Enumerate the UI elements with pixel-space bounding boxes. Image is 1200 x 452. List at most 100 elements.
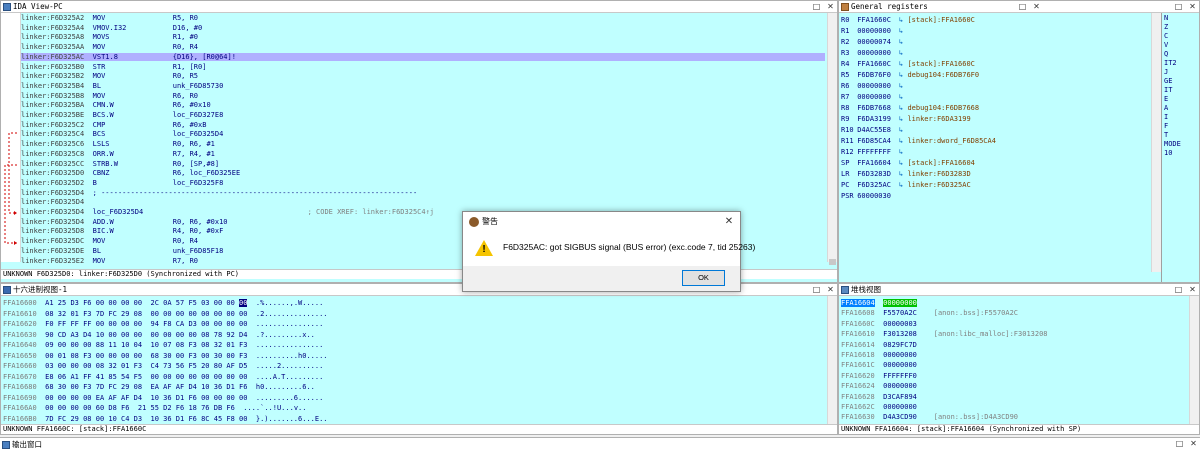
register-row[interactable]: R1 00000000 ↳ xyxy=(841,26,907,37)
register-row[interactable]: R4 FFA1660C ↳ [stack]:FFA1660C xyxy=(841,59,975,70)
stack-value[interactable]: F5570A2C xyxy=(883,309,917,317)
stack-value[interactable]: 00000000 xyxy=(883,361,917,369)
hex-row[interactable]: FFA16620 F0 FF FF FF 00 00 00 00 94 F8 C… xyxy=(3,319,323,330)
hex-row[interactable]: FFA16610 08 32 01 F3 7D FC 29 08 00 00 0… xyxy=(3,309,328,320)
register-jump-icon[interactable]: ↳ xyxy=(899,38,907,46)
stack-row[interactable]: FFA16614 0829FC7D xyxy=(839,340,1187,350)
close-icon[interactable]: ✕ xyxy=(1188,284,1197,295)
hex-bytes[interactable]: 68 30 00 F3 7D FC 29 08 EA AF AF D4 10 3… xyxy=(45,383,247,391)
hex-row[interactable]: FFA166A0 00 00 00 00 60 D8 F6 21 55 D2 F… xyxy=(3,403,306,414)
close-icon[interactable]: ✕ xyxy=(826,284,835,295)
register-jump-icon[interactable]: ↳ xyxy=(899,49,907,57)
restore-icon[interactable]: □ xyxy=(1018,1,1027,12)
disasm-line[interactable]: linker:F6D325D2 B loc_F6D325F8 xyxy=(21,179,825,187)
register-value[interactable]: FFA16604 xyxy=(853,158,899,169)
hex-bytes[interactable]: F0 FF FF FF 00 00 00 00 94 F8 CA D3 00 0… xyxy=(45,320,247,328)
disasm-line[interactable]: linker:F6D325AA MOV R0, R4 xyxy=(21,43,825,51)
register-value[interactable]: F6DB76F0 xyxy=(853,70,899,81)
ida-vscroll[interactable] xyxy=(827,13,837,265)
register-row[interactable]: R5 F6DB76F0 ↳ debug104:F6DB76F0 xyxy=(841,70,979,81)
register-jump-icon[interactable]: ↳ xyxy=(899,126,907,134)
register-row[interactable]: PSR 60000030 xyxy=(841,191,899,202)
disasm-line[interactable]: linker:F6D325C4 BCS loc_F6D325D4 xyxy=(21,130,825,138)
register-value[interactable]: FFA1660C xyxy=(853,59,899,70)
disasm-line[interactable]: linker:F6D325D0 CBNZ R6, loc_F6D325EE xyxy=(21,169,825,177)
register-value[interactable]: F6D325AC xyxy=(853,180,899,191)
hex-row[interactable]: FFA16690 00 00 00 00 EA AF AF D4 10 36 D… xyxy=(3,393,323,404)
disasm-line[interactable]: linker:F6D325CC STRB.W R0, [SP,#8] xyxy=(21,160,825,168)
register-jump-icon[interactable]: ↳ xyxy=(899,148,907,156)
register-row[interactable]: LR F6D3283D ↳ linker:F6D3283D xyxy=(841,169,971,180)
disasm-line[interactable]: linker:F6D325D4 ; ----------------------… xyxy=(21,189,825,197)
hex-vscroll[interactable] xyxy=(827,296,837,424)
register-row[interactable]: R12 FFFFFFFF ↳ xyxy=(841,147,907,158)
register-value[interactable]: 00000074 xyxy=(853,37,899,48)
register-value[interactable]: D4AC55E8 xyxy=(853,125,899,136)
hex-bytes[interactable]: A1 25 D3 F6 00 00 00 00 2C 0A 57 F5 03 0… xyxy=(45,299,248,307)
hex-bytes[interactable]: E8 06 A1 FF 41 85 54 F5 00 00 00 00 00 0… xyxy=(45,373,247,381)
restore-icon[interactable]: □ xyxy=(1174,1,1183,12)
hex-row[interactable]: FFA16650 00 01 08 F3 00 00 00 00 68 30 0… xyxy=(3,351,328,362)
stack-row[interactable]: FFA16620 FFFFFFF0 xyxy=(839,371,1187,381)
disasm-line[interactable]: linker:F6D325B4 BL unk_F6D85730 xyxy=(21,82,825,90)
hex-row[interactable]: FFA16670 E8 06 A1 FF 41 85 54 F5 00 00 0… xyxy=(3,372,323,383)
hex-row[interactable]: FFA16630 90 CD A3 D4 10 00 00 00 00 00 0… xyxy=(3,330,315,341)
hex-row[interactable]: FFA16640 09 00 00 00 88 11 10 04 10 07 0… xyxy=(3,340,323,351)
warning-dialog[interactable]: 警告 ✕ ! F6D325AC: got SIGBUS signal (BUS … xyxy=(462,211,755,292)
stack-view-pane[interactable]: 堆栈视图 □ ✕ FFA16604 00000000 FFA16608 F5570… xyxy=(838,283,1200,435)
stack-row[interactable]: FFA16610 F3013208 [anon:libc_malloc]:F30… xyxy=(839,329,1187,339)
disasm-line[interactable]: linker:F6D325A8 MOVS R1, #0 xyxy=(21,33,825,41)
register-value[interactable]: 00000000 xyxy=(853,81,899,92)
stack-row[interactable]: FFA16604 00000000 xyxy=(839,298,1187,308)
disasm-line[interactable]: linker:F6D325A2 MOV R5, R0 xyxy=(21,14,825,22)
hex-row[interactable]: FFA16660 03 00 00 00 08 32 01 F3 C4 73 5… xyxy=(3,361,323,372)
close-icon[interactable]: ✕ xyxy=(1032,1,1041,12)
register-jump-icon[interactable]: ↳ xyxy=(899,93,907,101)
stack-row[interactable]: FFA1660C 00000003 xyxy=(839,319,1187,329)
stack-value[interactable]: FFFFFFF0 xyxy=(883,372,917,380)
disasm-line[interactable]: linker:F6D325C6 LSLS R0, R6, #1 xyxy=(21,140,825,148)
close-icon[interactable]: ✕ xyxy=(826,1,835,12)
register-row[interactable]: R9 F6DA3199 ↳ linker:F6DA3199 xyxy=(841,114,971,125)
register-row[interactable]: R11 F6D85CA4 ↳ linker:dword_F6D85CA4 xyxy=(841,136,996,147)
restore-icon[interactable]: □ xyxy=(812,1,821,12)
dialog-titlebar[interactable]: 警告 ✕ xyxy=(463,212,740,232)
disasm-line[interactable]: linker:F6D325BE BCS.W loc_F6D327E8 xyxy=(21,111,825,119)
stack-row[interactable]: FFA16630 D4A3CD90 [anon:.bss]:D4A3CD90 xyxy=(839,412,1187,422)
register-row[interactable]: R3 00000000 ↳ xyxy=(841,48,907,59)
ok-button[interactable]: OK xyxy=(682,270,725,286)
register-row[interactable]: R0 FFA1660C ↳ [stack]:FFA1660C xyxy=(841,15,975,26)
restore-icon[interactable]: □ xyxy=(812,284,821,295)
stack-list[interactable]: FFA16604 00000000 FFA16608 F5570A2C [anon… xyxy=(839,298,1199,432)
register-value[interactable]: FFA1660C xyxy=(853,15,899,26)
register-value[interactable]: 00000000 xyxy=(853,48,899,59)
hex-view-pane[interactable]: 十六进制视图-1 □ ✕ FFA16600 A1 25 D3 F6 00 00 … xyxy=(0,283,838,435)
stack-value[interactable]: 00000000 xyxy=(883,299,917,307)
register-value[interactable]: 00000000 xyxy=(853,92,899,103)
register-value[interactable]: FFFFFFFF xyxy=(853,147,899,158)
hex-bytes[interactable]: 90 CD A3 D4 10 00 00 00 00 00 00 00 08 7… xyxy=(45,331,247,339)
disasm-line[interactable]: linker:F6D325AC VST1.8 {D16}, [R0@64]! xyxy=(21,52,825,62)
stack-vscroll[interactable] xyxy=(1189,296,1199,424)
stack-view-titlebar[interactable]: 堆栈视图 □ ✕ xyxy=(839,284,1199,296)
disasm-line[interactable]: linker:F6D325B8 MOV R6, R0 xyxy=(21,92,825,100)
hex-bytes[interactable]: 00 00 00 00 60 D8 F6 21 55 D2 F6 18 76 D… xyxy=(45,404,235,412)
register-value[interactable]: F6DA3199 xyxy=(853,114,899,125)
close-icon[interactable]: ✕ xyxy=(1189,438,1198,449)
stack-row[interactable]: FFA16608 F5570A2C [anon:.bss]:F5570A2C xyxy=(839,308,1187,318)
stack-row[interactable]: FFA16624 00000000 xyxy=(839,381,1187,391)
stack-value[interactable]: 00000000 xyxy=(883,382,917,390)
registers-vscroll[interactable] xyxy=(1151,13,1161,272)
disasm-line[interactable]: linker:F6D325B0 STR R1, [R0] xyxy=(21,63,825,71)
stack-row[interactable]: FFA16618 00000000 xyxy=(839,350,1187,360)
disasm-line[interactable]: linker:F6D325D4 xyxy=(21,198,825,206)
hex-bytes[interactable]: 09 00 00 00 88 11 10 04 10 07 08 F3 08 3… xyxy=(45,341,247,349)
registers-titlebar[interactable]: General registers □ ✕ □ ✕ xyxy=(839,1,1199,13)
output-window-bar[interactable]: 输出窗口 □ ✕ xyxy=(0,437,1200,452)
register-row[interactable]: R6 00000000 ↳ xyxy=(841,81,907,92)
stack-value[interactable]: 0829FC7D xyxy=(883,341,917,349)
disasm-line[interactable]: linker:F6D325BA CMN.W R6, #0x10 xyxy=(21,101,825,109)
stack-value[interactable]: 00000000 xyxy=(883,351,917,359)
hex-bytes[interactable]: 00 01 08 F3 00 00 00 00 68 30 00 F3 00 3… xyxy=(45,352,247,360)
stack-value[interactable]: D4A3CD90 xyxy=(883,413,917,421)
